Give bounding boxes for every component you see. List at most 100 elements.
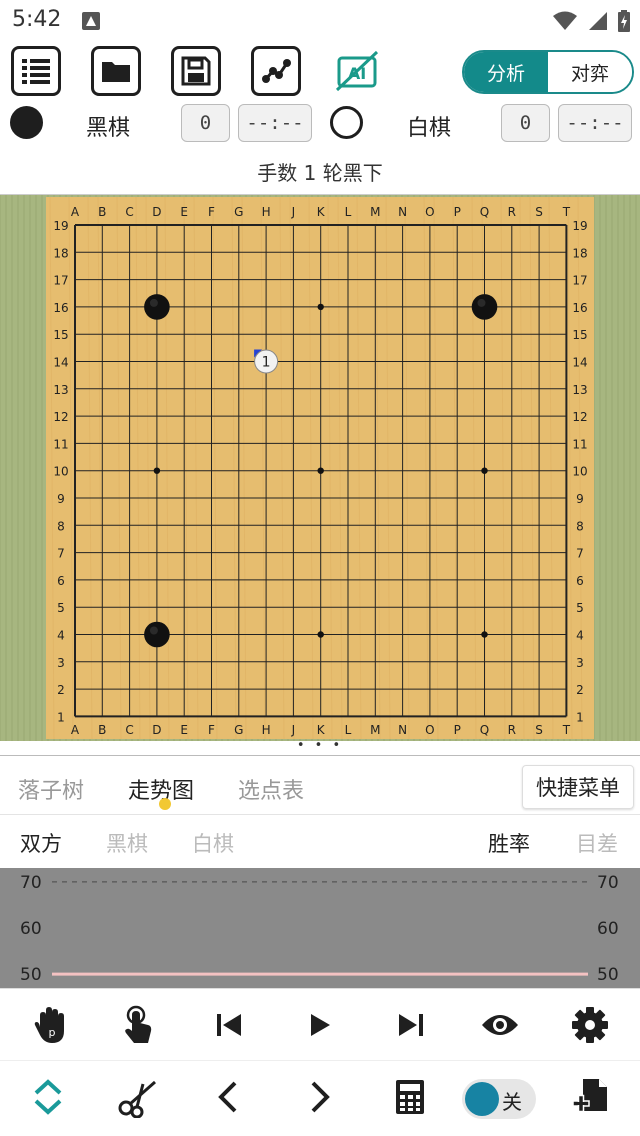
list-icon xyxy=(22,59,50,84)
coord-label-bottom: T xyxy=(562,723,571,737)
coord-label-right: 17 xyxy=(572,274,587,288)
star-point xyxy=(481,467,488,474)
white-player-name: 白棋 xyxy=(407,116,452,141)
coord-label-bottom: E xyxy=(180,723,188,737)
calculator-icon xyxy=(396,1080,424,1114)
status-time: 5:42 xyxy=(12,7,62,32)
coord-label-top: L xyxy=(345,205,352,219)
coord-label-top: P xyxy=(454,205,461,219)
black-stone-icon xyxy=(10,106,43,139)
coord-label-top: D xyxy=(152,205,161,219)
tab-move-tree[interactable]: 落子树 xyxy=(18,773,84,805)
coord-label-top: A xyxy=(71,205,80,219)
coord-label-right: 16 xyxy=(572,301,587,315)
quick-menu-button[interactable]: 快捷菜单 xyxy=(522,765,634,809)
settings-button[interactable] xyxy=(568,1003,612,1047)
open-button[interactable] xyxy=(91,46,141,96)
coord-label-left: 11 xyxy=(53,437,68,451)
star-point xyxy=(153,467,161,474)
coord-label-right: 11 xyxy=(572,437,587,451)
coord-label-left: 16 xyxy=(53,301,68,315)
pass-button[interactable]: p xyxy=(28,1003,72,1047)
tab-play[interactable]: 对弈 xyxy=(548,52,632,92)
filter-win-rate[interactable]: 胜率 xyxy=(488,828,530,858)
coord-label-left: 18 xyxy=(53,246,68,260)
last-move-button[interactable] xyxy=(388,1003,432,1047)
panel-drag-handle[interactable]: • • • xyxy=(0,739,640,756)
play-button[interactable] xyxy=(298,1003,342,1047)
coord-label-left: 15 xyxy=(53,328,68,342)
coord-label-bottom: K xyxy=(317,723,326,737)
move-info: 手数 1 轮黑下 xyxy=(257,161,383,185)
tab-candidate-list[interactable]: 选点表 xyxy=(238,773,304,805)
white-stone-icon xyxy=(330,106,363,139)
prev-icon xyxy=(218,1081,237,1113)
coord-label-bottom: C xyxy=(125,723,133,737)
toggle-knob xyxy=(465,1082,499,1116)
go-board-area: AABBCCDDEEFFGGHHJJKKLLMMNNOOPPQQRRSSTT11… xyxy=(0,194,640,741)
coord-label-bottom: F xyxy=(208,723,215,737)
calculator-button[interactable] xyxy=(388,1075,432,1119)
coord-label-top: O xyxy=(425,205,434,219)
filter-white[interactable]: 白棋 xyxy=(192,828,234,858)
ai-toggle-button[interactable]: AI xyxy=(332,46,382,96)
tree-icon xyxy=(262,59,291,83)
star-point xyxy=(481,631,488,638)
play-icon xyxy=(311,1014,330,1036)
next-move-button[interactable] xyxy=(298,1075,342,1119)
coord-label-top: T xyxy=(562,205,571,219)
add-file-button[interactable] xyxy=(568,1075,612,1119)
list-button[interactable] xyxy=(11,46,61,96)
coord-label-bottom: L xyxy=(345,723,352,737)
touch-mode-button[interactable] xyxy=(116,1003,160,1047)
visibility-button[interactable] xyxy=(478,1003,522,1047)
star-point xyxy=(317,631,324,638)
coord-label-left: 2 xyxy=(57,683,65,697)
coord-label-right: 10 xyxy=(572,465,587,479)
filter-both[interactable]: 双方 xyxy=(20,828,62,858)
chart-filters: 双方 黑棋 白棋 胜率 目差 xyxy=(0,816,640,868)
coord-label-right: 9 xyxy=(576,492,584,506)
coord-label-top: B xyxy=(98,205,106,219)
go-board[interactable]: AABBCCDDEEFFGGHHJJKKLLMMNNOOPPQQRRSSTT1 1… xyxy=(0,195,640,741)
add-file-icon xyxy=(572,1079,607,1113)
coord-label-bottom: B xyxy=(98,723,106,737)
coord-label-bottom: S xyxy=(535,723,543,737)
status-icons xyxy=(552,10,630,32)
mode-segmented-control: 分析 对弈 xyxy=(462,50,634,94)
y-tick-label-left: 60 xyxy=(20,919,42,939)
expand-collapse-button[interactable] xyxy=(26,1075,70,1119)
ai-off-icon: AI xyxy=(335,50,379,92)
coord-label-right: 13 xyxy=(572,383,587,397)
first-move-button[interactable] xyxy=(208,1003,252,1047)
cut-icon xyxy=(118,1080,156,1118)
analysis-tabs: 落子树 走势图 选点表 快捷菜单 xyxy=(0,757,640,815)
svg-text:p: p xyxy=(49,1026,56,1039)
filter-black[interactable]: 黑棋 xyxy=(106,828,148,858)
expand-collapse-icon xyxy=(34,1079,62,1115)
star-point xyxy=(317,303,324,311)
previous-move-button[interactable] xyxy=(206,1075,250,1119)
coord-label-right: 15 xyxy=(572,328,587,342)
first-move-icon xyxy=(217,1014,241,1036)
coord-label-top: M xyxy=(370,205,380,219)
black-stone xyxy=(144,294,170,320)
star-point xyxy=(317,467,324,474)
coord-label-left: 12 xyxy=(53,410,68,424)
black-player-name: 黑棋 xyxy=(86,116,131,141)
analysis-toggle[interactable]: 关 xyxy=(462,1079,536,1119)
save-button[interactable] xyxy=(171,46,221,96)
coord-label-top: F xyxy=(208,205,215,219)
coord-label-right: 2 xyxy=(576,683,584,697)
coord-label-top: H xyxy=(262,205,271,219)
trend-chart[interactable]: 70 70 60 60 50 50 xyxy=(0,868,640,988)
tab-analyze[interactable]: 分析 xyxy=(464,52,548,92)
coord-label-top: E xyxy=(180,205,188,219)
cut-button[interactable] xyxy=(116,1075,160,1119)
tree-button[interactable] xyxy=(251,46,301,96)
coord-label-right: 3 xyxy=(576,656,584,670)
coord-label-left: 9 xyxy=(57,492,65,506)
filter-score[interactable]: 目差 xyxy=(576,828,618,858)
coord-label-left: 5 xyxy=(57,601,65,615)
coord-label-right: 14 xyxy=(572,356,587,370)
